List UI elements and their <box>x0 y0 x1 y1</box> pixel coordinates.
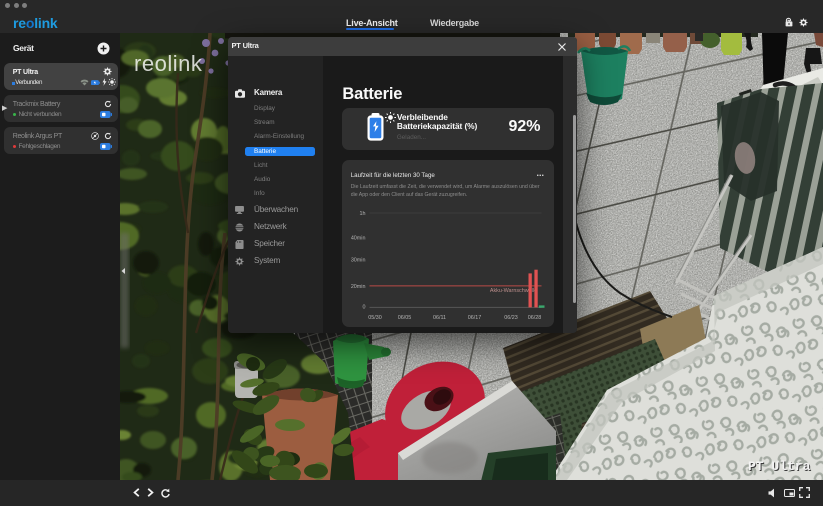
svg-text:06/11: 06/11 <box>432 315 445 321</box>
svg-text:06/17: 06/17 <box>467 315 481 321</box>
svg-text:1h: 1h <box>359 211 365 217</box>
svg-text:06/23: 06/23 <box>504 315 518 321</box>
svg-text:06/05: 06/05 <box>397 315 411 321</box>
svg-text:40min: 40min <box>350 235 365 241</box>
svg-text:reolink: reolink <box>134 51 203 76</box>
svg-text:PT Ultra: PT Ultra <box>748 459 811 474</box>
svg-text:06/28: 06/28 <box>527 315 541 321</box>
svg-text:0: 0 <box>362 304 365 310</box>
svg-text:05/30: 05/30 <box>368 315 382 321</box>
svg-text:20min: 20min <box>350 284 365 290</box>
svg-text:30min: 30min <box>350 257 365 263</box>
